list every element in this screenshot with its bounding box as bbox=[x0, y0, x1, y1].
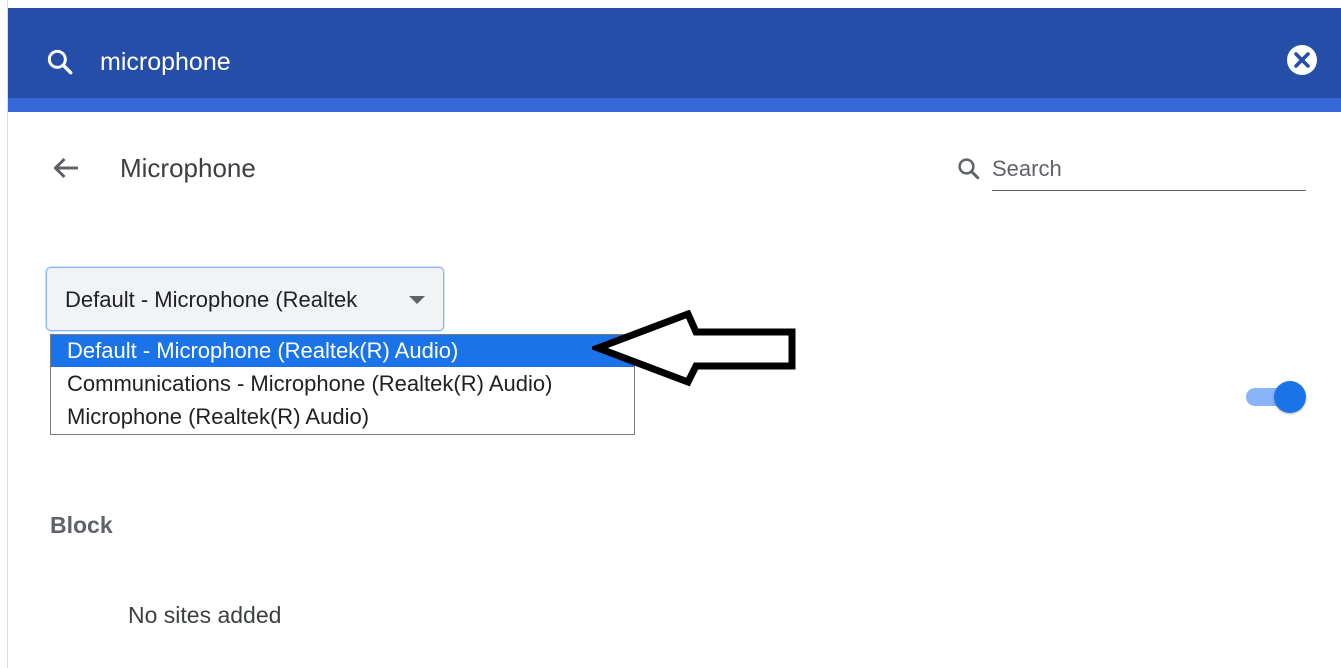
search-icon[interactable] bbox=[44, 46, 76, 78]
window-top-strip bbox=[8, 0, 1341, 8]
settings-toolbar: microphone bbox=[8, 8, 1341, 98]
clear-circle-icon[interactable] bbox=[1284, 42, 1320, 78]
ask-before-accessing-toggle[interactable] bbox=[1244, 380, 1308, 414]
block-empty-text: No sites added bbox=[128, 602, 282, 628]
pointer-arrow-icon bbox=[592, 310, 796, 387]
window-left-edge bbox=[0, 0, 8, 668]
search-icon bbox=[958, 158, 980, 180]
microphone-option-default[interactable]: Default - Microphone (Realtek(R) Audio) bbox=[51, 335, 634, 367]
microphone-options-list: Default - Microphone (Realtek(R) Audio) … bbox=[50, 334, 635, 435]
page-title: Microphone bbox=[120, 153, 256, 183]
toolbar-search-query[interactable]: microphone bbox=[100, 46, 231, 78]
page-search bbox=[952, 148, 1308, 194]
microphone-select[interactable]: Default - Microphone (Realtek bbox=[46, 267, 444, 331]
microphone-select-value: Default - Microphone (Realtek bbox=[65, 287, 358, 312]
toggle-knob bbox=[1274, 381, 1306, 413]
page-search-input[interactable] bbox=[992, 148, 1306, 191]
block-heading: Block bbox=[50, 512, 113, 538]
caret-down-icon bbox=[409, 296, 425, 304]
microphone-option-realtek[interactable]: Microphone (Realtek(R) Audio) bbox=[51, 401, 634, 433]
microphone-option-communications[interactable]: Communications - Microphone (Realtek(R) … bbox=[51, 368, 634, 400]
arrow-back-icon[interactable] bbox=[48, 150, 84, 186]
toolbar-accent-bar bbox=[8, 98, 1341, 112]
